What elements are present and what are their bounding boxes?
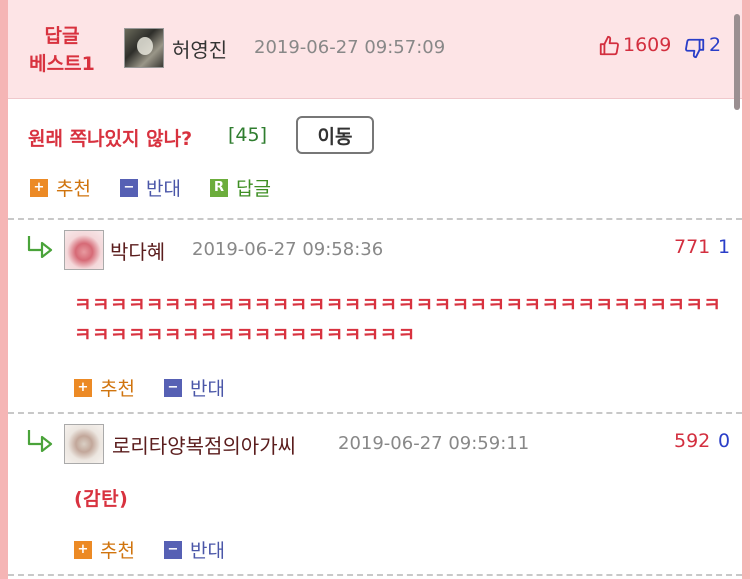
r-square-icon: R xyxy=(210,178,228,197)
reply-label: 답글 xyxy=(236,178,271,200)
reply-arrow-icon xyxy=(26,428,56,456)
recommend-button[interactable]: + 추천 xyxy=(30,174,91,201)
dislike-count[interactable]: 0 xyxy=(718,430,730,452)
post-date: 2019-06-27 09:58:36 xyxy=(192,239,384,260)
best-reply-header: 답글 베스트1 허영진 2019-06-27 09:57:09 1609 2 xyxy=(8,0,742,99)
oppose-button[interactable]: − 반대 xyxy=(164,374,225,401)
best-label-line2: 베스트1 xyxy=(29,53,95,75)
dislike-count[interactable]: 1 xyxy=(718,236,730,258)
oppose-label: 반대 xyxy=(190,378,225,400)
oppose-button[interactable]: − 반대 xyxy=(120,174,181,201)
dislike-count: 2 xyxy=(709,34,722,56)
post-date: 2019-06-27 09:59:11 xyxy=(338,433,530,454)
author-name[interactable]: 허영진 xyxy=(172,34,227,63)
comment-panel: 답글 베스트1 허영진 2019-06-27 09:57:09 1609 2 원… xyxy=(8,0,742,579)
minus-square-icon: − xyxy=(164,378,182,397)
avatar[interactable] xyxy=(124,28,164,68)
best-label-line1: 답글 xyxy=(44,25,80,47)
like-count: 1609 xyxy=(623,34,672,56)
recommend-button[interactable]: + 추천 xyxy=(74,374,135,401)
comment-text: ㅋㅋㅋㅋㅋㅋㅋㅋㅋㅋㅋㅋㅋㅋㅋㅋㅋㅋㅋㅋㅋㅋㅋㅋㅋㅋㅋㅋㅋㅋㅋㅋㅋㅋㅋㅋㅋㅋㅋㅋ… xyxy=(74,294,722,346)
recommend-label: 추천 xyxy=(56,178,91,200)
post-date: 2019-06-27 09:57:09 xyxy=(254,37,446,58)
author-name[interactable]: 박다혜 xyxy=(110,236,165,265)
author-name[interactable]: 로리타양복점의아가씨 xyxy=(112,430,296,459)
minus-square-icon: − xyxy=(164,540,182,559)
plus-square-icon: + xyxy=(30,178,48,197)
plus-square-icon: + xyxy=(74,540,92,559)
divider xyxy=(8,412,742,414)
best-reply-badge: 답글 베스트1 xyxy=(22,22,102,78)
oppose-label: 반대 xyxy=(146,178,181,200)
reply-count[interactable]: [45] xyxy=(228,124,267,146)
oppose-label: 반대 xyxy=(190,540,225,562)
reply-button[interactable]: R 답글 xyxy=(210,174,271,201)
minus-square-icon: − xyxy=(120,178,138,197)
recommend-label: 추천 xyxy=(100,378,135,400)
recommend-button[interactable]: + 추천 xyxy=(74,536,135,563)
divider xyxy=(8,574,742,576)
thumbs-up-icon[interactable] xyxy=(598,35,620,61)
scrollbar-thumb[interactable] xyxy=(734,14,740,110)
avatar[interactable] xyxy=(64,424,104,464)
divider xyxy=(8,218,742,220)
avatar[interactable] xyxy=(64,230,104,270)
move-button[interactable]: 이동 xyxy=(296,116,374,154)
like-count[interactable]: 592 xyxy=(674,430,710,452)
comment-text: (감탄) xyxy=(74,488,129,510)
thumbs-down-icon[interactable] xyxy=(684,37,706,63)
reply-arrow-icon xyxy=(26,234,56,262)
comment-text: 원래 쪽나있지 않나? xyxy=(28,128,193,150)
like-count[interactable]: 771 xyxy=(674,236,710,258)
recommend-label: 추천 xyxy=(100,540,135,562)
plus-square-icon: + xyxy=(74,378,92,397)
oppose-button[interactable]: − 반대 xyxy=(164,536,225,563)
scrollbar[interactable] xyxy=(732,0,742,579)
